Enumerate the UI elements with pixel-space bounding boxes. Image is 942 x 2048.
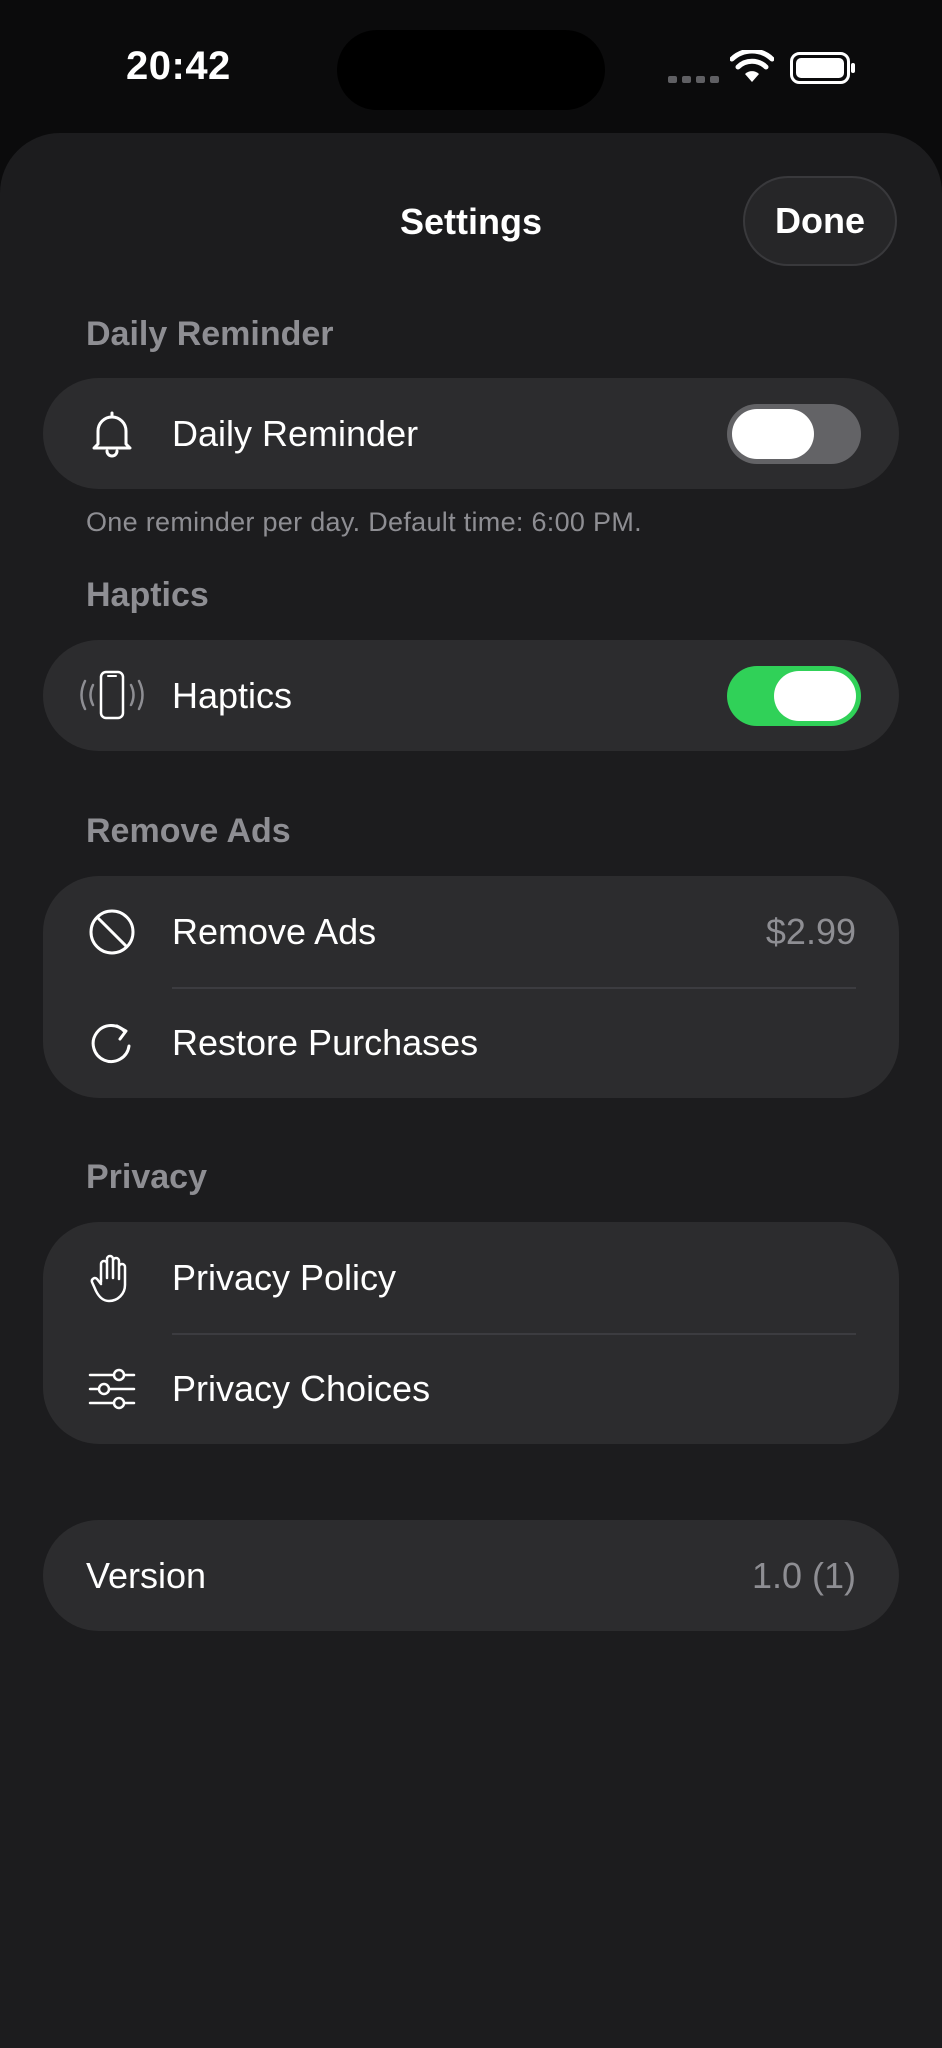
version-row: Version 1.0 (1) [43,1520,899,1631]
sliders-icon [85,1362,139,1416]
battery-icon [790,52,856,89]
done-button[interactable]: Done [743,176,897,266]
status-bar: 20:42 [0,0,942,130]
toggle-knob [732,408,814,459]
row-divider [172,1333,856,1335]
version-label: Version [86,1554,207,1596]
phone-vibrate-icon [73,669,151,723]
privacy-choices-row[interactable]: Privacy Choices [43,1333,899,1444]
version-value: 1.0 (1) [751,1554,856,1596]
remove-ads-card: Remove Ads $2.99 Restore Purchases [43,876,899,1098]
section-header-remove-ads: Remove Ads [86,812,291,850]
bell-icon [85,407,139,461]
toggle-knob [774,670,856,721]
wifi-icon [729,48,775,89]
section-header-privacy: Privacy [86,1158,207,1196]
privacy-policy-label: Privacy Policy [172,1256,397,1298]
dynamic-island [337,30,605,110]
remove-ads-row[interactable]: Remove Ads $2.99 [43,876,899,987]
privacy-choices-label: Privacy Choices [172,1367,431,1409]
daily-reminder-card: Daily Reminder [43,378,899,489]
hand-raised-icon [85,1251,139,1305]
section-header-daily-reminder: Daily Reminder [86,315,334,353]
settings-sheet: Settings Done Daily Reminder Daily Remin… [0,133,942,2048]
daily-reminder-label: Daily Reminder [172,412,419,454]
haptics-toggle[interactable] [727,665,861,726]
daily-reminder-row: Daily Reminder [43,378,899,489]
version-card: Version 1.0 (1) [43,1520,899,1631]
restore-arrow-icon [85,1016,139,1070]
section-header-haptics: Haptics [86,576,209,614]
restore-purchases-label: Restore Purchases [172,1021,479,1063]
remove-ads-price: $2.99 [765,910,856,952]
haptics-row: Haptics [43,640,899,751]
daily-reminder-toggle[interactable] [727,403,861,464]
privacy-policy-row[interactable]: Privacy Policy [43,1222,899,1333]
haptics-label: Haptics [172,674,293,716]
daily-reminder-footnote: One reminder per day. Default time: 6:00… [86,507,642,537]
cellular-signal-icon [668,76,719,83]
remove-ads-label: Remove Ads [172,910,377,952]
privacy-card: Privacy Policy Privacy Choices [43,1222,899,1444]
haptics-card: Haptics [43,640,899,751]
status-time: 20:42 [126,44,231,88]
row-divider [172,987,856,989]
restore-purchases-row[interactable]: Restore Purchases [43,987,899,1098]
prohibited-icon [85,905,139,959]
